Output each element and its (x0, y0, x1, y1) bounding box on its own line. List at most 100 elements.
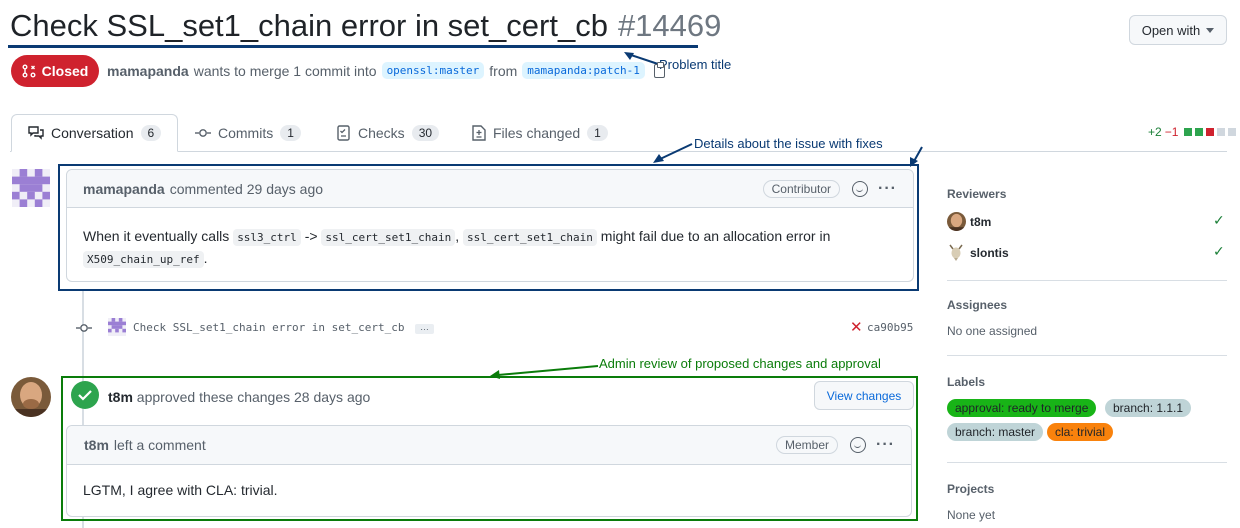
status-label: Closed (41, 63, 89, 79)
review-approved-icon: ✓ (1213, 243, 1225, 259)
tab-label: Files changed (493, 125, 581, 141)
reviewer-link[interactable]: t8m (108, 389, 133, 405)
checklist-icon (337, 125, 350, 141)
comment-body: When it eventually calls ssl3_ctrl -> ss… (67, 208, 913, 270)
merge-text: wants to merge 1 commit into (193, 62, 377, 79)
diffstat-block (1206, 128, 1215, 136)
review-header: t8m approved these changes 28 days ago (108, 389, 370, 405)
diffstat-removed: −1 (1164, 125, 1179, 139)
sidebar-projects-heading[interactable]: Projects (947, 482, 994, 496)
author-role-badge: Contributor (762, 179, 841, 198)
comment-box: mamapanda commented 29 days ago Contribu… (66, 169, 914, 282)
approved-check-icon (71, 381, 99, 409)
comment-text: might fail due to an allocation error in (600, 228, 831, 244)
pr-author-link[interactable]: mamapanda (107, 63, 189, 79)
view-changes-button[interactable]: View changes (814, 381, 914, 410)
annotation-problem-title: Problem title (659, 57, 732, 72)
diffstat: +2 −1 (1148, 125, 1237, 139)
tab-label: Checks (358, 125, 405, 141)
label-badge[interactable]: cla: trivial (1047, 423, 1114, 441)
commit-message-link[interactable]: Check SSL_set1_chain error in set_cert_c… (133, 321, 405, 334)
comment-text: -> (304, 228, 318, 244)
pr-meta-line: mamapanda wants to merge 1 commit into o… (107, 61, 665, 79)
base-branch[interactable]: openssl:master (381, 62, 485, 79)
diffstat-block (1195, 128, 1204, 136)
avatar[interactable] (947, 212, 966, 231)
sidebar-reviewers-heading[interactable]: Reviewers (947, 187, 1006, 201)
tab-commits[interactable]: Commits 1 (195, 114, 301, 152)
pr-title-text: Check SSL_set1_chain error in set_cert_c… (10, 8, 608, 43)
tab-conversation[interactable]: Conversation 6 (11, 114, 179, 152)
review-approved-icon: ✓ (1213, 212, 1225, 228)
check-failed-icon[interactable]: ✕ (850, 318, 863, 336)
author-role-badge: Member (776, 436, 839, 454)
tab-label: Commits (218, 125, 274, 141)
comment-text: . (203, 250, 208, 266)
commit-sha-link[interactable]: ca90b95 (867, 321, 913, 334)
chevron-down-icon (1206, 27, 1215, 33)
diffstat-added: +2 (1148, 125, 1162, 139)
commit-icon (195, 129, 211, 137)
avatar[interactable] (948, 243, 964, 261)
head-branch[interactable]: mamapanda:patch-1 (522, 62, 645, 79)
tab-counter: 1 (280, 125, 301, 141)
inline-code: ssl3_ctrl (233, 229, 301, 246)
avatar[interactable] (11, 377, 51, 417)
open-with-label: Open with (1141, 22, 1201, 38)
reviewer-name[interactable]: slontis (970, 246, 1009, 260)
tab-counter: 1 (587, 125, 608, 141)
more-options-icon[interactable]: ··· (876, 436, 895, 454)
avatar[interactable] (12, 169, 50, 207)
sidebar-assignees-heading[interactable]: Assignees (947, 298, 1007, 312)
reviewer-name[interactable]: t8m (970, 215, 991, 229)
tab-label: Conversation (51, 125, 134, 141)
assignees-value: No one assigned (947, 324, 1038, 338)
comment-header: mamapanda commented 29 days ago Contribu… (67, 170, 913, 208)
label-badge[interactable]: approval: ready to merge (947, 399, 1097, 417)
pr-closed-icon (22, 64, 36, 78)
annotation-admin-review: Admin review of proposed changes and app… (599, 356, 881, 371)
more-options-icon[interactable]: ··· (878, 180, 897, 198)
review-comment-box: t8m left a comment Member ··· LGTM, I ag… (66, 425, 912, 517)
open-with-button[interactable]: Open with (1129, 15, 1227, 45)
comment-meta[interactable]: commented 29 days ago (170, 181, 323, 197)
annotation-arrow-icon (653, 143, 693, 163)
file-diff-icon (472, 125, 486, 141)
sidebar-labels-heading[interactable]: Labels (947, 375, 985, 389)
pr-number: #14469 (617, 8, 722, 43)
projects-value: None yet (947, 508, 996, 522)
sidebar-divider (947, 280, 1227, 281)
tab-checks[interactable]: Checks 30 (337, 114, 440, 152)
comment-author[interactable]: mamapanda (83, 181, 165, 197)
comment-text: When it eventually calls (83, 228, 230, 244)
comment-text: , (455, 228, 460, 244)
avatar[interactable] (108, 318, 126, 336)
inline-code: ssl_cert_set1_chain (463, 229, 597, 246)
diffstat-block (1184, 128, 1193, 136)
copy-icon[interactable] (653, 61, 665, 78)
sidebar-divider (947, 355, 1227, 356)
label-badge[interactable]: branch: 1.1.1 (1105, 399, 1192, 417)
expand-commit-button[interactable]: … (415, 323, 434, 334)
comment-header: t8m left a comment Member ··· (67, 426, 911, 465)
sidebar-divider (947, 462, 1227, 463)
commit-icon (76, 324, 92, 332)
tab-counter: 6 (140, 125, 162, 141)
label-badge[interactable]: branch: master (947, 423, 1044, 441)
comment-author[interactable]: t8m (84, 437, 109, 453)
status-badge: Closed (11, 55, 99, 87)
inline-code: X509_chain_up_ref (83, 251, 204, 268)
smiley-icon[interactable] (850, 437, 867, 453)
tab-counter: 30 (411, 125, 440, 141)
conversation-icon (28, 126, 44, 140)
comment-meta: left a comment (113, 437, 206, 453)
comment-body: LGTM, I agree with CLA: trivial. (83, 482, 278, 498)
inline-code: ssl_cert_set1_chain (321, 229, 456, 246)
diffstat-block (1228, 128, 1237, 136)
tab-files-changed[interactable]: Files changed 1 (472, 114, 608, 152)
from-text: from (489, 62, 518, 79)
title-highlight-underline (8, 45, 698, 48)
review-meta[interactable]: approved these changes 28 days ago (137, 389, 371, 405)
smiley-icon[interactable] (852, 180, 869, 197)
tabs-divider (10, 151, 1227, 152)
